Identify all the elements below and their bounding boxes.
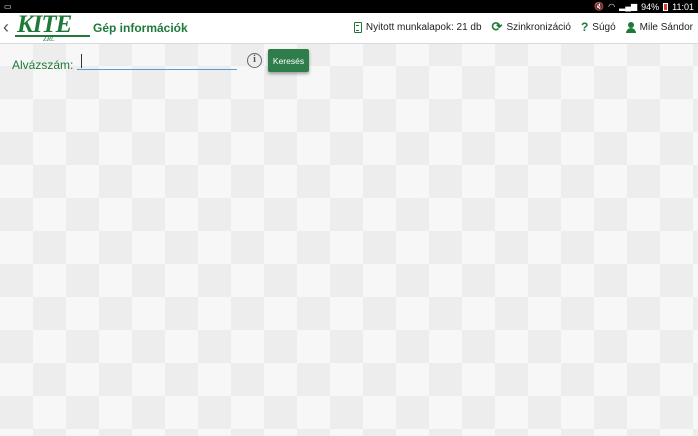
- battery-icon: [663, 2, 669, 11]
- help-label: Súgó: [592, 21, 616, 33]
- system-status-bar: ▭ 🔇 ◠ ▂▄▆ 94% 11:01: [0, 0, 698, 13]
- chassis-number-label: Alvázszám:: [12, 58, 74, 72]
- help-button[interactable]: ? Súgó: [581, 21, 616, 33]
- search-button[interactable]: Keresés: [268, 49, 309, 72]
- open-worksheets-button[interactable]: Nyitott munkalapok: 21 db: [353, 21, 482, 33]
- app-bar-actions: Nyitott munkalapok: 21 db ⟳ Szinkronizác…: [353, 19, 693, 34]
- user-button[interactable]: Mile Sándor: [625, 21, 693, 33]
- help-icon: ?: [580, 20, 589, 34]
- back-arrow-icon[interactable]: ‹: [3, 18, 15, 36]
- battery-percentage: 94%: [641, 1, 660, 12]
- status-bar-right: 🔇 ◠ ▂▄▆ 94% 11:01: [594, 1, 694, 12]
- sync-button[interactable]: ⟳ Szinkronizáció: [491, 19, 571, 34]
- wifi-icon: ◠: [608, 2, 616, 11]
- app-bar: ‹ KITE ZRt. Gép információk Nyitott munk…: [0, 11, 698, 44]
- mute-icon: 🔇: [594, 2, 605, 11]
- user-name: Mile Sándor: [639, 21, 693, 33]
- chassis-number-input[interactable]: [77, 52, 237, 70]
- clock: 11:01: [672, 1, 694, 12]
- user-icon: [625, 21, 636, 33]
- gallery-notification-icon: ▭: [4, 2, 12, 11]
- logo-subtext: ZRt.: [43, 35, 55, 43]
- sync-icon: ⟳: [491, 19, 503, 34]
- info-icon[interactable]: i: [247, 53, 262, 68]
- signal-icon: ▂▄▆: [619, 2, 638, 11]
- open-worksheets-label: Nyitott munkalapok: 21 db: [365, 21, 482, 33]
- sync-label: Szinkronizáció: [506, 21, 571, 33]
- worksheet-icon: [353, 21, 362, 33]
- page-title: Gép információk: [93, 21, 188, 35]
- kite-logo: KITE ZRt.: [15, 11, 90, 43]
- text-cursor: [81, 54, 82, 68]
